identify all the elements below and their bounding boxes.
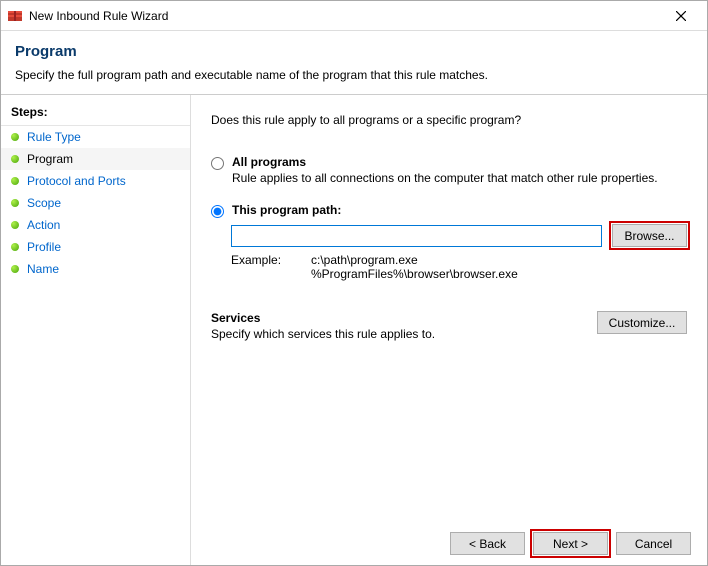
step-rule-type[interactable]: Rule Type [1,126,190,148]
bullet-icon [11,133,19,141]
step-label: Scope [27,196,61,210]
steps-title: Steps: [1,103,190,126]
next-button[interactable]: Next > [533,532,608,555]
step-label: Name [27,262,59,276]
steps-panel: Steps: Rule Type Program Protocol and Po… [1,95,191,565]
page-title: Program [15,43,693,60]
bullet-icon [11,265,19,273]
step-protocol-ports[interactable]: Protocol and Ports [1,170,190,192]
radio-all-programs[interactable] [211,157,224,170]
bullet-icon [11,155,19,163]
wizard-header: Program Specify the full program path an… [1,31,707,95]
services-desc: Specify which services this rule applies… [211,327,435,341]
bullet-icon [11,243,19,251]
bullet-icon [11,199,19,207]
window-title: New Inbound Rule Wizard [29,9,661,23]
wizard-window: New Inbound Rule Wizard Program Specify … [0,0,708,566]
cancel-button[interactable]: Cancel [616,532,691,555]
step-label: Rule Type [27,130,81,144]
question-text: Does this rule apply to all programs or … [211,113,687,127]
browse-button[interactable]: Browse... [612,224,687,247]
content-panel: Does this rule apply to all programs or … [191,95,707,565]
step-program[interactable]: Program [1,148,190,170]
step-action[interactable]: Action [1,214,190,236]
step-label: Program [27,152,73,166]
titlebar: New Inbound Rule Wizard [1,1,707,31]
program-path-label: This program path: [232,203,341,217]
option-all-programs: All programs Rule applies to all connect… [211,155,687,185]
customize-button[interactable]: Customize... [597,311,687,334]
step-scope[interactable]: Scope [1,192,190,214]
radio-program-path[interactable] [211,205,224,218]
back-button[interactable]: < Back [450,532,525,555]
close-button[interactable] [661,2,701,30]
wizard-footer: < Back Next > Cancel [191,522,707,565]
example-label: Example: [231,253,311,281]
step-profile[interactable]: Profile [1,236,190,258]
firewall-icon [7,8,23,24]
step-label: Profile [27,240,61,254]
step-label: Action [27,218,60,232]
all-programs-desc: Rule applies to all connections on the c… [232,171,658,185]
option-program-path: This program path: Browse... Example: c:… [211,203,687,281]
example-text: c:\path\program.exe %ProgramFiles%\brows… [311,253,518,281]
page-subtitle: Specify the full program path and execut… [15,68,693,82]
wizard-body: Steps: Rule Type Program Protocol and Po… [1,95,707,565]
services-section: Services Specify which services this rul… [211,311,687,341]
all-programs-label: All programs [232,155,658,169]
services-title: Services [211,311,435,325]
program-path-input[interactable] [231,225,602,247]
bullet-icon [11,221,19,229]
bullet-icon [11,177,19,185]
step-name[interactable]: Name [1,258,190,280]
step-label: Protocol and Ports [27,174,126,188]
